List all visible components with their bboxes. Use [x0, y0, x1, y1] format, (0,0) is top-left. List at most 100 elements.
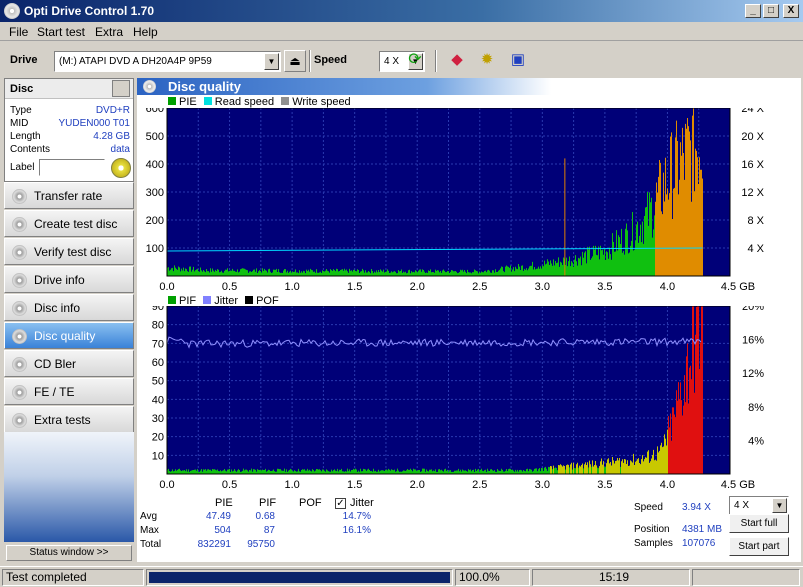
nav-label: Create test disc: [34, 217, 118, 231]
nav-disc-info[interactable]: Disc info: [4, 294, 134, 321]
write-speed-swatch: [281, 97, 290, 105]
x-tick-label: 1.5: [347, 479, 362, 491]
disc-row-value: 4.28 GB: [93, 131, 130, 142]
x-tick-label: 3.0: [535, 281, 550, 292]
menu-start-test[interactable]: Start test: [37, 25, 85, 39]
nav-label: FE / TE: [34, 385, 75, 399]
disc-label-caption: Label: [10, 162, 35, 173]
drive-select-value: (M:) ATAPI DVD A DH20A4P 9P59: [59, 56, 212, 67]
settings-button[interactable]: ✹: [476, 50, 498, 72]
status-window-button[interactable]: Status window >>: [6, 545, 132, 561]
y2-tick-label: 8 X: [747, 215, 764, 227]
position-value: 4381 MB: [682, 524, 723, 535]
avg-jitter: 14.7%: [342, 511, 371, 522]
menu-extra[interactable]: Extra: [95, 25, 123, 39]
disc-icon: [12, 357, 27, 372]
disc-label-button[interactable]: [111, 158, 131, 178]
x-tick-label: 0.5: [222, 479, 237, 491]
nav-drive-info[interactable]: Drive info: [4, 266, 134, 293]
x-tick-label: 4.0: [660, 281, 675, 292]
total-pif: 95750: [247, 539, 275, 550]
save-button[interactable]: ▣: [507, 50, 529, 72]
nav-label: Disc quality: [34, 329, 96, 343]
disc-row-value: YUDEN000 T01: [58, 118, 130, 129]
y2-tick-label: 24 X: [741, 108, 764, 115]
y2-tick-label: 20%: [742, 306, 764, 313]
y-tick-label: 60: [152, 357, 164, 369]
x-tick-label: 0.0: [159, 479, 174, 491]
test-speed-select-value: 4 X: [734, 500, 750, 511]
x-tick-label: 4.5 GB: [721, 479, 755, 491]
nav-verify-test-disc[interactable]: Verify test disc: [4, 238, 134, 265]
y2-tick-label: 16 X: [741, 159, 764, 171]
menu-file[interactable]: File: [9, 25, 28, 39]
samples-label: Samples: [634, 538, 673, 549]
nav-create-test-disc[interactable]: Create test disc: [4, 210, 134, 237]
col-pof: POF: [299, 497, 322, 509]
x-tick-label: 2.0: [410, 479, 425, 491]
drive-select[interactable]: (M:) ATAPI DVD A DH20A4P 9P59 ▼: [54, 51, 281, 72]
x-tick-label: 4.0: [660, 479, 675, 491]
disc-header: Disc: [5, 79, 133, 99]
refresh-button[interactable]: ⟳: [404, 50, 426, 72]
pie-chart: 100 200 300 400 500 600 4 X 8 X 12 X 16 X 20 X 24 X…: [146, 108, 765, 292]
disc-refresh-button[interactable]: [112, 80, 130, 97]
y-tick-label: 30: [152, 413, 164, 425]
disc-icon: [12, 329, 27, 344]
nav-label: Verify test disc: [34, 245, 112, 259]
y2-tick-label: 20 X: [741, 131, 764, 143]
nav-label: Disc info: [34, 301, 81, 315]
total-pie: 832291: [197, 539, 231, 550]
disc-length-row: Length 4.28 GB: [10, 131, 130, 144]
disc-info-box: Disc Type DVD+R MID YUDEN000 T01 Length …: [4, 78, 134, 182]
nav-cd-bler[interactable]: CD Bler: [4, 350, 134, 377]
progress-fill: [149, 572, 450, 583]
nav-transfer-rate[interactable]: Transfer rate: [4, 182, 134, 209]
menu-help[interactable]: Help: [133, 25, 158, 39]
disc-icon: [12, 189, 27, 204]
y-tick-label: 500: [146, 131, 164, 143]
start-full-button[interactable]: Start full: [729, 514, 789, 533]
status-bar: Test completed 100.0% 15:19: [0, 566, 803, 587]
close-button[interactable]: X: [783, 4, 799, 18]
panel-title-bar: Disc quality: [137, 78, 551, 95]
eject-button[interactable]: ⏏: [284, 50, 306, 72]
pof-swatch: [245, 296, 254, 304]
x-tick-label: 3.0: [535, 479, 550, 491]
speed-stat-label: Speed: [634, 502, 663, 513]
disc-label-input[interactable]: [39, 159, 105, 176]
nav-label: Drive info: [34, 273, 85, 287]
window-title: Opti Drive Control 1.70: [24, 4, 155, 18]
disc-row-value: DVD+R: [95, 105, 130, 116]
x-tick-label: 1.0: [284, 281, 299, 292]
y-tick-label: 10: [152, 450, 164, 462]
read-speed-swatch: [203, 97, 212, 105]
test-speed-select[interactable]: 4 X ▼: [729, 496, 789, 515]
jitter-checkbox[interactable]: ✓: [335, 498, 346, 509]
nav-extra-tests[interactable]: Extra tests: [4, 406, 134, 433]
x-tick-label: 3.5: [597, 479, 612, 491]
speed-select-value: 4 X: [384, 56, 400, 67]
chart1-legend: PIE Read speed Write speed: [168, 96, 355, 108]
nav-fe-te[interactable]: FE / TE: [4, 378, 134, 405]
minimize-button[interactable]: _: [745, 4, 761, 18]
y2-tick-label: 12 X: [741, 187, 764, 199]
nav-disc-quality[interactable]: Disc quality: [4, 322, 134, 349]
col-pie: PIE: [215, 497, 233, 509]
row-avg-label: Avg: [140, 511, 158, 522]
samples-value: 107076: [682, 538, 716, 549]
start-part-button[interactable]: Start part: [729, 537, 789, 556]
panel-title: Disc quality: [168, 79, 241, 94]
eject-icon: ⏏: [289, 54, 301, 68]
nav-panel-fill: [4, 432, 134, 542]
nav-label: Transfer rate: [34, 189, 103, 203]
disc-icon: [12, 217, 27, 232]
disc-mid-row: MID YUDEN000 T01: [10, 118, 130, 131]
chevron-down-icon: ▼: [772, 498, 787, 513]
erase-button[interactable]: ◆: [446, 50, 468, 72]
x-tick-label: 2.5: [472, 281, 487, 292]
progress-percent: 100.0%: [455, 569, 530, 586]
col-jitter: Jitter: [350, 497, 374, 509]
eraser-icon: ◆: [451, 51, 463, 68]
maximize-button[interactable]: □: [763, 4, 779, 18]
